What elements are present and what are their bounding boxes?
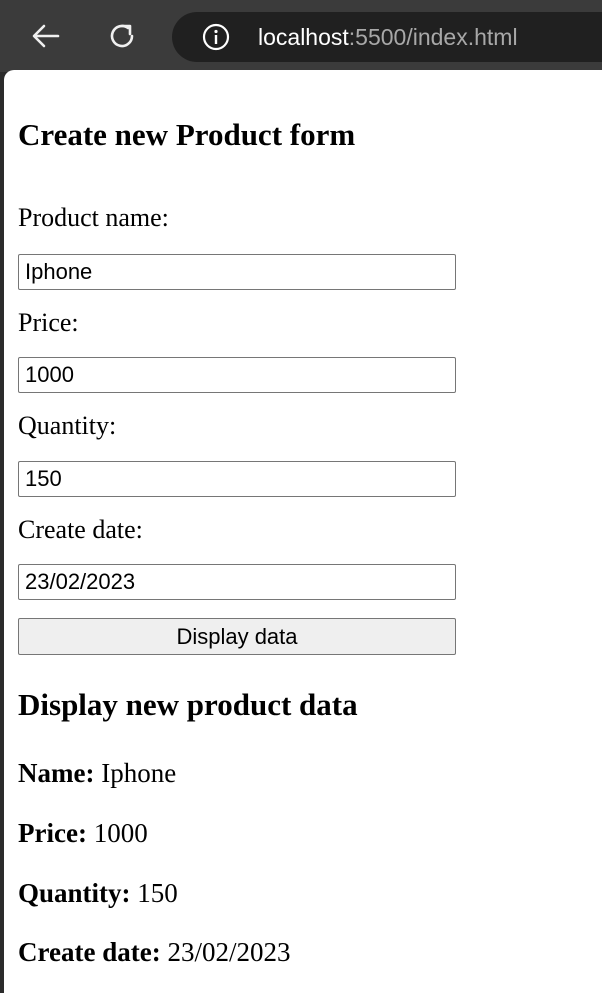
display-row-name: Name: Iphone bbox=[18, 757, 176, 789]
display-value-price: 1000 bbox=[93, 818, 148, 848]
url-text[interactable]: localhost:5500/index.html bbox=[258, 23, 518, 51]
page-content: Create new Product form Product name: Pr… bbox=[4, 70, 602, 993]
display-value-name: Iphone bbox=[101, 758, 177, 788]
product-name-label: Product name: bbox=[18, 203, 169, 232]
display-value-create-date: 23/02/2023 bbox=[167, 937, 291, 967]
display-row-quantity: Quantity: 150 bbox=[18, 877, 178, 909]
display-key-price: Price: bbox=[18, 818, 87, 848]
reload-icon[interactable] bbox=[104, 18, 140, 54]
browser-toolbar: localhost:5500/index.html bbox=[0, 0, 602, 72]
display-row-price: Price: 1000 bbox=[18, 817, 148, 849]
quantity-input[interactable] bbox=[18, 461, 456, 497]
form-title: Create new Product form bbox=[18, 117, 356, 152]
create-date-label: Create date: bbox=[18, 515, 143, 544]
price-label: Price: bbox=[18, 308, 79, 337]
back-arrow-icon[interactable] bbox=[28, 18, 64, 54]
display-row-create-date: Create date: 23/02/2023 bbox=[18, 936, 290, 968]
address-bar[interactable]: localhost:5500/index.html bbox=[172, 12, 602, 62]
display-data-button[interactable]: Display data bbox=[18, 618, 456, 655]
display-title: Display new product data bbox=[18, 687, 358, 722]
create-date-input[interactable] bbox=[18, 564, 456, 600]
display-key-name: Name: bbox=[18, 758, 95, 788]
price-input[interactable] bbox=[18, 357, 456, 393]
display-key-create-date: Create date: bbox=[18, 937, 161, 967]
display-value-quantity: 150 bbox=[137, 878, 178, 908]
product-name-input[interactable] bbox=[18, 254, 456, 290]
url-path: :5500/index.html bbox=[348, 24, 518, 50]
url-host: localhost bbox=[258, 24, 349, 50]
info-icon[interactable] bbox=[202, 23, 230, 51]
display-key-quantity: Quantity: bbox=[18, 878, 131, 908]
quantity-label: Quantity: bbox=[18, 411, 117, 440]
